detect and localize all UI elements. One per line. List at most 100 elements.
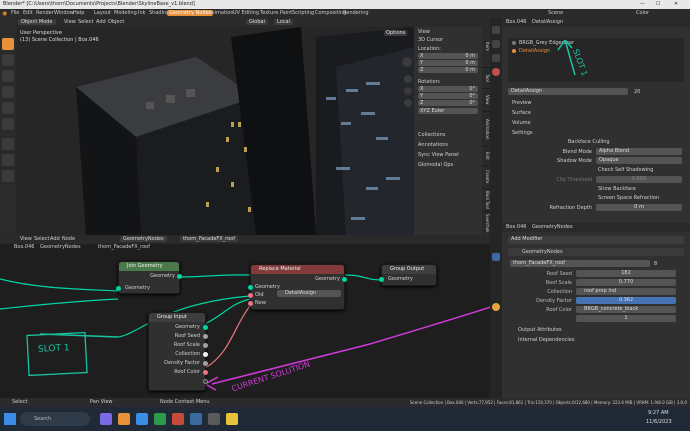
self-shadow-checkbox[interactable]: Check Self Shadowing <box>598 167 653 173</box>
replace-new-socket[interactable] <box>248 301 253 306</box>
viewport-menu-select[interactable]: Select <box>78 19 93 25</box>
render-properties-icon[interactable] <box>492 26 500 34</box>
blend-mode-dropdown[interactable]: Alpha Blend <box>596 148 682 155</box>
show-backface-checkbox[interactable]: Show Backface <box>598 186 636 192</box>
select-tool-icon[interactable] <box>2 38 14 50</box>
replace-material-field[interactable]: DetailAssign <box>277 290 341 297</box>
collection-socket[interactable] <box>203 352 208 357</box>
sidebar-tab-sverchok[interactable]: Sverchok <box>482 212 490 235</box>
taskbar-app-icon[interactable] <box>154 413 166 425</box>
modifier-name[interactable]: GeometryNodes <box>522 249 563 255</box>
3d-viewport[interactable]: User Perspective (13) Scene Collection |… <box>16 27 414 235</box>
taskbar-app-icon[interactable] <box>100 413 112 425</box>
roof-color-socket[interactable] <box>203 370 208 375</box>
roof-seed-field[interactable]: 182 <box>576 270 676 277</box>
section-surface[interactable]: Surface <box>512 110 531 116</box>
start-button-icon[interactable] <box>4 413 16 425</box>
panel-view-header[interactable]: View <box>418 29 430 35</box>
menu-window[interactable]: Window <box>54 10 74 16</box>
cursor-location-x[interactable]: X0 m <box>418 53 478 59</box>
cursor-rotation-x[interactable]: X 0° <box>418 86 478 92</box>
cursor-rotation-y[interactable]: Y 0° <box>418 93 478 99</box>
transform-orientation-dropdown[interactable]: Global <box>246 19 268 25</box>
viewport-options-button[interactable]: Options <box>384 30 408 36</box>
sidebar-tab-item[interactable]: Item <box>482 27 490 67</box>
section-volume[interactable]: Volume <box>512 120 531 126</box>
tab-ink[interactable]: Ink <box>136 10 148 16</box>
join-output-socket[interactable] <box>177 274 182 279</box>
node-editor-canvas[interactable]: Box.046 GeometryNodes thorn_FacadeFX_roo… <box>0 244 490 398</box>
density-factor-socket[interactable] <box>203 361 208 366</box>
sidebar-tab-bool-tool[interactable]: Bool Tool <box>482 189 490 211</box>
node-tree-selector[interactable]: thorn_FacadeFX_roof <box>180 236 238 242</box>
roof-color-field[interactable]: BRGB_concrete_black <box>576 306 676 313</box>
panel-annotations[interactable]: Annotations <box>418 142 448 148</box>
join-geometry-node[interactable]: Join Geometry Geometry Geometry <box>116 261 182 294</box>
taskbar-app-icon[interactable] <box>190 413 202 425</box>
tab-rendering[interactable]: Rendering <box>341 10 371 16</box>
menu-help[interactable]: Help <box>73 10 84 16</box>
viewport-menu-view[interactable]: View <box>64 19 76 25</box>
node-menu-select[interactable]: Select <box>34 236 49 242</box>
sidebar-tab-create[interactable]: Create <box>482 166 490 188</box>
sidebar-tab-view[interactable]: View <box>482 89 490 111</box>
modifier-properties-icon[interactable] <box>492 54 500 62</box>
node-menu-add[interactable]: Add <box>50 236 60 242</box>
section-settings[interactable]: Settings <box>512 130 533 136</box>
material-properties-icon[interactable] <box>492 68 500 76</box>
empty-socket[interactable] <box>203 379 208 384</box>
pan-icon[interactable] <box>404 87 412 95</box>
rotate-tool-icon[interactable] <box>2 86 14 98</box>
shadow-mode-dropdown[interactable]: Opaque <box>596 157 682 164</box>
roof-seed-socket[interactable] <box>203 334 208 339</box>
node-menu-node[interactable]: Node <box>62 236 75 242</box>
taskbar-time[interactable]: 9:27 AM <box>648 410 669 416</box>
replace-output-socket[interactable] <box>342 277 347 282</box>
scale-tool-icon[interactable] <box>2 102 14 114</box>
refraction-depth-field[interactable]: 0 m <box>596 204 682 211</box>
viewport-menu-add[interactable]: Add <box>96 19 106 25</box>
transform-tool-icon[interactable] <box>2 118 14 130</box>
add-cube-tool-icon[interactable] <box>2 170 14 182</box>
replace-material-node[interactable]: Replace Material Geometry Geometry Old D… <box>248 264 347 310</box>
node-tree-type-dropdown[interactable]: GeometryNodes <box>120 236 167 242</box>
viewport-menu-object[interactable]: Object <box>108 19 124 25</box>
pivot-dropdown[interactable]: Local <box>274 19 293 25</box>
internal-dependencies-section[interactable]: Internal Dependencies <box>518 337 574 343</box>
menu-file[interactable]: File <box>11 10 19 16</box>
collection-field[interactable]: roof prop ind <box>576 288 676 295</box>
material-slot-field[interactable]: 1 <box>576 315 676 322</box>
scene-selector[interactable]: Scene <box>548 10 563 16</box>
node-group-selector[interactable]: thorn_FacadeFX_roof <box>510 260 650 267</box>
measure-tool-icon[interactable] <box>2 154 14 166</box>
replace-geometry-socket[interactable] <box>248 285 253 290</box>
maximize-button[interactable]: ☐ <box>656 1 660 7</box>
menu-edit[interactable]: Edit <box>23 10 33 16</box>
density-factor-field[interactable]: 0.362 <box>576 297 676 304</box>
panel-3d-cursor-header[interactable]: 3D Cursor <box>418 37 443 43</box>
roof-scale-socket[interactable] <box>203 343 208 348</box>
backface-culling-checkbox[interactable]: Backface Culling <box>568 139 610 145</box>
cursor-rotation-z[interactable]: Z 0° <box>418 100 478 106</box>
material-slot-list[interactable]: BRGB_Grey Edgewear DetailAssign <box>508 38 684 82</box>
taskbar-app-icon[interactable] <box>208 413 220 425</box>
cursor-location-y[interactable]: Y0 m <box>418 60 478 66</box>
clip-threshold-field[interactable]: 0.500 <box>596 176 682 183</box>
cursor-location-z[interactable]: Z0 m <box>418 67 478 73</box>
sidebar-tab-tool[interactable]: Tool <box>482 68 490 88</box>
group-output-socket[interactable] <box>379 277 384 282</box>
view-layer-selector[interactable]: Color <box>636 10 649 16</box>
navigation-gizmo-icon[interactable] <box>402 57 412 67</box>
mode-dropdown[interactable]: Object Mode <box>18 19 56 25</box>
cursor-tool-icon[interactable] <box>2 54 14 66</box>
rotation-mode-dropdown[interactable]: XYZ Euler <box>418 108 478 114</box>
taskbar-date[interactable]: 11/6/2023 <box>646 419 672 425</box>
close-button[interactable]: ✕ <box>674 1 678 7</box>
tab-texture-paint[interactable]: Texture Paint <box>258 10 294 16</box>
minimize-button[interactable]: — <box>640 1 645 7</box>
move-tool-icon[interactable] <box>2 70 14 82</box>
section-preview[interactable]: Preview <box>512 100 531 106</box>
panel-glomodal[interactable]: Glomodal Ops <box>418 162 453 168</box>
taskbar-blender-icon[interactable] <box>118 413 130 425</box>
taskbar-app-icon[interactable] <box>226 413 238 425</box>
